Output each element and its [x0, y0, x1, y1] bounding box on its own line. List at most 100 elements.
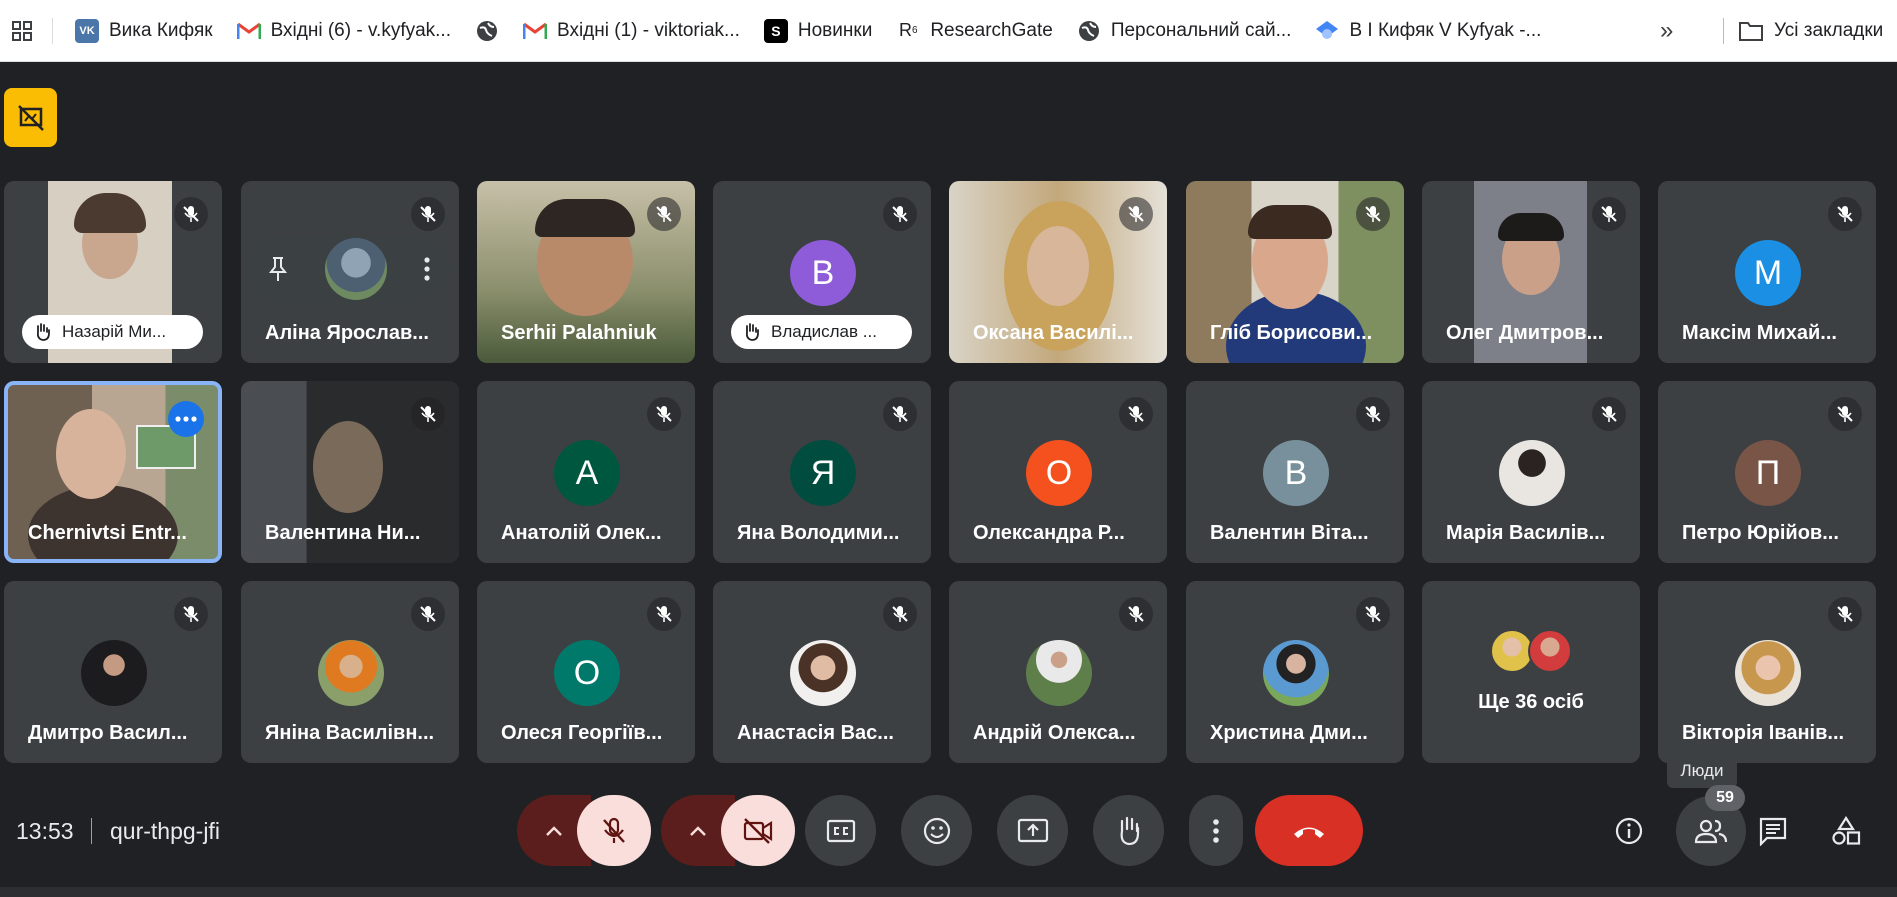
participant-name: Serhii Palahniuk	[501, 322, 657, 344]
participant-tile[interactable]: О Олександра Р...	[949, 381, 1167, 563]
participant-name: Марія Василів...	[1446, 522, 1606, 544]
chevron-up-icon	[690, 825, 706, 836]
all-bookmarks-button[interactable]: Усі закладки	[1738, 11, 1883, 51]
bookmark-news[interactable]: S Новинки	[752, 11, 884, 51]
participant-name: Назарій Ми...	[62, 322, 167, 341]
mic-off-icon	[411, 197, 445, 231]
more-vertical-icon	[1213, 818, 1219, 843]
participant-tile[interactable]: Валентина Ни...	[241, 381, 459, 563]
participant-tile[interactable]: Гліб Борисови...	[1186, 181, 1404, 363]
participant-tile[interactable]: Оксана Василі...	[949, 181, 1167, 363]
more-options-button[interactable]	[168, 401, 204, 437]
participant-tile[interactable]: А Анатолій Олек...	[477, 381, 695, 563]
captions-button[interactable]	[805, 795, 876, 866]
participant-tile[interactable]: Serhii Palahniuk	[477, 181, 695, 363]
avatar: В	[790, 240, 856, 306]
bookmark-gmail-1[interactable]: Вхідні (6) - v.kyfyak...	[225, 11, 463, 51]
avatar: А	[554, 440, 620, 506]
activities-button[interactable]	[1820, 805, 1872, 857]
more-options-icon[interactable]	[423, 255, 431, 283]
leave-call-button[interactable]	[1255, 795, 1363, 866]
participant-video	[56, 409, 126, 499]
more-participants-tile[interactable]: Ще 36 осіб	[1422, 581, 1640, 763]
present-screen-button[interactable]	[997, 795, 1068, 866]
avatar: П	[1735, 440, 1801, 506]
participant-tile[interactable]: В Валентин Віта...	[1186, 381, 1404, 563]
researchgate-icon: R6	[899, 20, 918, 40]
participant-video	[1248, 205, 1332, 239]
window-bottom-edge	[0, 887, 1897, 897]
avatar: О	[554, 640, 620, 706]
presentation-indicator-button[interactable]	[4, 88, 57, 147]
bookmark-researchgate[interactable]: R6 ResearchGate	[884, 11, 1065, 51]
activities-icon	[1832, 816, 1861, 845]
bookmarks-overflow-button[interactable]: »	[1660, 11, 1673, 51]
more-options-button[interactable]	[1189, 795, 1243, 866]
bookmark-gmail-2[interactable]: Вхідні (1) - viktoriak...	[511, 11, 752, 51]
reactions-button[interactable]	[901, 795, 972, 866]
gmail-icon	[523, 18, 547, 43]
participant-tile[interactable]: Я Яна Володими...	[713, 381, 931, 563]
participant-tile[interactable]: Марія Василів...	[1422, 381, 1640, 563]
participant-tile[interactable]: Назарій Ми...	[4, 181, 222, 363]
apps-grid-icon[interactable]	[2, 11, 42, 51]
participant-tile[interactable]: Вікторія Іванів...	[1658, 581, 1876, 763]
avatar	[1735, 640, 1801, 706]
meeting-clock: 13:53	[16, 818, 74, 844]
participant-name: Аліна Ярослав...	[265, 322, 429, 344]
participant-tile[interactable]: Христина Дми...	[1186, 581, 1404, 763]
meeting-details-button[interactable]	[1603, 805, 1655, 857]
participant-tile[interactable]: Андрій Олекса...	[949, 581, 1167, 763]
mic-off-icon	[411, 597, 445, 631]
participant-tile[interactable]: Дмитро Васил...	[4, 581, 222, 763]
participant-name: Яніна Василівн...	[265, 722, 435, 744]
mic-off-icon	[883, 197, 917, 231]
participant-tile[interactable]: Аліна Ярослав...	[241, 181, 459, 363]
mic-off-icon	[883, 597, 917, 631]
info-icon	[1615, 817, 1643, 845]
mic-off-icon	[174, 197, 208, 231]
mic-off-icon	[647, 597, 681, 631]
people-icon	[1694, 819, 1728, 844]
vk-icon: VK	[75, 18, 99, 43]
bookmark-vk[interactable]: VK Вика Кифяк	[63, 11, 225, 51]
more-participants-avatars	[1490, 629, 1574, 675]
bookmark-scholar[interactable]: В І Кифяк V Kyfyak -...	[1303, 11, 1553, 51]
bottom-bar-divider	[91, 818, 92, 844]
participant-tile[interactable]: П Петро Юрійов...	[1658, 381, 1876, 563]
participant-tile[interactable]: О Олеся Георгіїв...	[477, 581, 695, 763]
bookmark-globe-1[interactable]	[463, 11, 511, 51]
microphone-toggle-button[interactable]	[577, 795, 651, 866]
participant-tile[interactable]: М Максім Михай...	[1658, 181, 1876, 363]
participant-tile[interactable]: Олег Дмитров...	[1422, 181, 1640, 363]
s-icon: S	[763, 18, 788, 43]
participant-tile[interactable]: В Владислав ...	[713, 181, 931, 363]
mic-off-icon	[1356, 397, 1390, 431]
bookmark-personal-site[interactable]: Персональний сай...	[1065, 11, 1304, 51]
raised-hand-icon	[36, 323, 50, 341]
camera-toggle-button[interactable]	[721, 795, 795, 866]
bookmark-label: Персональний сай...	[1110, 19, 1292, 41]
mic-off-icon	[1828, 397, 1862, 431]
participant-tile[interactable]: Яніна Василівн...	[241, 581, 459, 763]
bookmark-label: Новинки	[797, 19, 873, 41]
participant-video	[74, 193, 146, 233]
pin-icon[interactable]	[267, 255, 289, 283]
globe-icon	[1077, 19, 1101, 43]
participant-tile-active[interactable]: Chernivtsi Entr...	[4, 381, 222, 563]
participant-name: Олег Дмитров...	[1446, 322, 1604, 344]
more-horizontal-icon	[175, 416, 197, 422]
participant-tile[interactable]: Анастасія Вас...	[713, 581, 931, 763]
participant-video	[313, 421, 383, 513]
raise-hand-button[interactable]	[1093, 795, 1164, 866]
participant-name: Христина Дми...	[1210, 722, 1368, 744]
participant-name: Владислав ...	[771, 322, 877, 341]
chat-button[interactable]	[1747, 805, 1799, 857]
avatar	[325, 238, 387, 300]
bookmark-label: В І Кифяк V Kyfyak -...	[1349, 19, 1542, 41]
people-tooltip: Люди	[1667, 754, 1737, 788]
raised-hand-badge: Владислав ...	[731, 315, 912, 349]
bookmark-label: Вика Кифяк	[109, 19, 213, 41]
mic-off-icon	[883, 397, 917, 431]
participant-name: Яна Володими...	[737, 522, 900, 544]
